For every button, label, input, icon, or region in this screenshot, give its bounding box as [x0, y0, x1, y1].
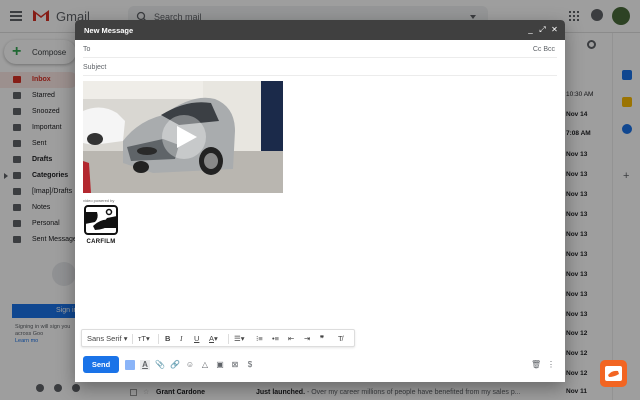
minimize-icon[interactable]: _ — [526, 25, 535, 34]
bulleted-list-icon[interactable]: •≡ — [272, 334, 279, 344]
font-size-icon[interactable]: тT▾ — [138, 334, 150, 344]
italic-icon[interactable]: I — [180, 334, 183, 344]
full-screen-icon[interactable]: ⤢ — [538, 25, 547, 34]
to-field[interactable]: To Cc Bcc — [83, 40, 557, 58]
subject-field[interactable]: Subject — [83, 58, 557, 76]
carfilm-logo-icon — [84, 205, 118, 235]
toolbar-divider — [132, 334, 133, 344]
compose-title: New Message — [84, 26, 134, 35]
compose-header: New Message _ ⤢ ✕ — [75, 20, 565, 40]
align-icon[interactable]: ☰▾ — [234, 334, 245, 344]
formatting-toolbar: Sans Serif ▾ тT▾ B I U A▾ ☰▾ ⁝≡ •≡ ⇤ ⇥ ❞… — [81, 329, 355, 347]
car-showroom-image — [83, 81, 283, 193]
insert-link-icon[interactable]: 🔗 — [170, 360, 180, 370]
toolbar-divider — [228, 334, 229, 344]
video-thumbnail[interactable] — [83, 81, 283, 193]
text-color-icon[interactable]: A▾ — [209, 334, 218, 344]
powered-by-label: video powered by — [83, 198, 115, 203]
confidential-mode-icon[interactable]: ⊠ — [230, 360, 240, 370]
carfilm-extension-button[interactable] — [600, 360, 627, 387]
indent-more-icon[interactable]: ⇥ — [304, 334, 310, 344]
numbered-list-icon[interactable]: ⁝≡ — [256, 334, 263, 344]
underline-icon[interactable]: U — [194, 334, 199, 344]
toolbar-divider — [158, 334, 159, 344]
carfilm-extension-icon — [605, 366, 622, 381]
subject-label: Subject — [83, 64, 107, 71]
compose-window: New Message _ ⤢ ✕ To Cc Bcc Subject vide… — [75, 20, 565, 382]
cc-bcc-link[interactable]: Cc Bcc — [533, 46, 555, 53]
send-button[interactable]: Send — [83, 356, 119, 373]
font-family-value: Sans Serif — [87, 334, 122, 343]
google-drive-icon[interactable]: △ — [200, 360, 210, 370]
remove-formatting-icon[interactable]: T̸ — [338, 334, 343, 344]
formatting-options-icon[interactable]: A — [140, 360, 150, 370]
indent-less-icon[interactable]: ⇤ — [288, 334, 294, 344]
insert-emoji-icon[interactable]: ☺ — [185, 360, 195, 370]
compose-footer: Send A 📎 🔗 ☺ △ ▣ ⊠ $ 🗑 ⋮ — [83, 356, 557, 374]
send-money-icon[interactable]: $ — [245, 360, 255, 370]
quote-icon[interactable]: ❞ — [320, 334, 324, 344]
carfilm-logo: CARFILM — [83, 204, 119, 245]
to-label: To — [83, 46, 91, 53]
attach-file-icon[interactable]: 📎 — [155, 360, 165, 370]
more-options-icon[interactable]: ⋮ — [546, 360, 556, 370]
font-family-select[interactable]: Sans Serif ▾ — [87, 334, 127, 344]
insert-photo-icon[interactable]: ▣ — [215, 360, 225, 370]
bold-icon[interactable]: B — [165, 334, 170, 344]
carfilm-logo-text: CARFILM — [86, 239, 116, 245]
close-icon[interactable]: ✕ — [550, 25, 559, 34]
discard-draft-icon[interactable]: 🗑 — [531, 360, 541, 370]
extension-icon[interactable] — [125, 360, 135, 370]
